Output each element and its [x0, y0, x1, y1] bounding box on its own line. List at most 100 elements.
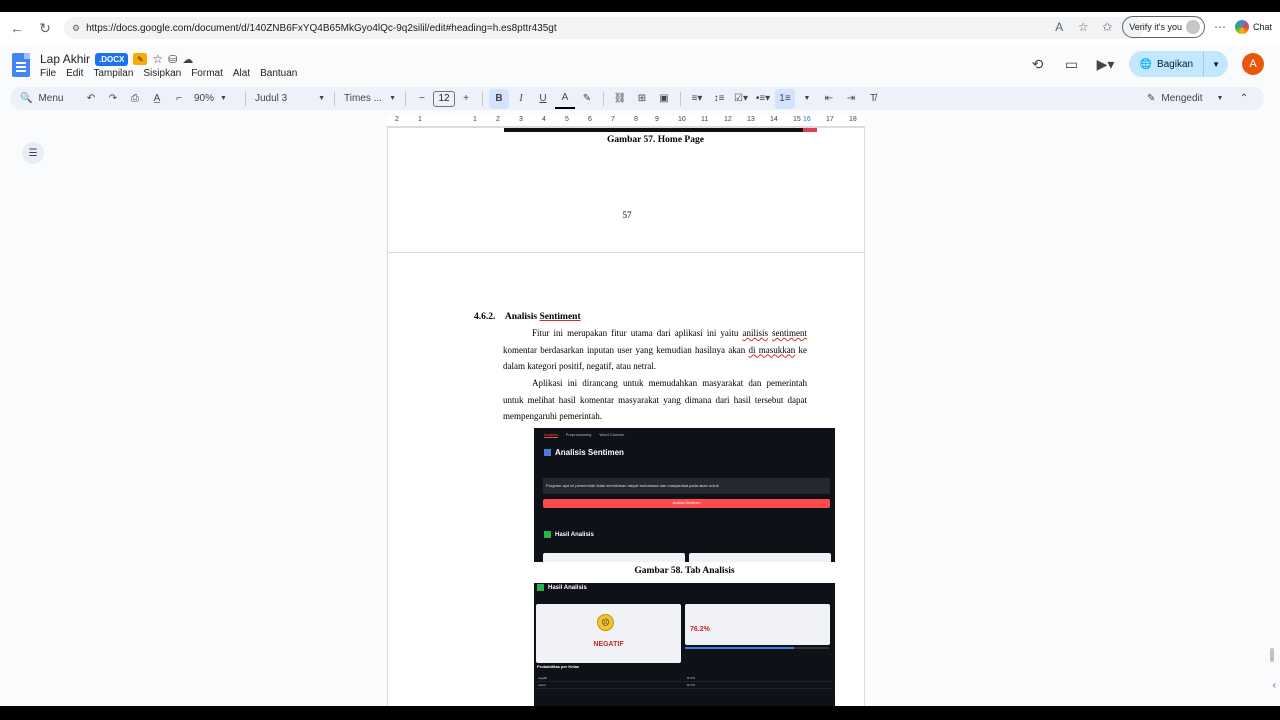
globe-icon: 🌐 — [1139, 58, 1152, 70]
menu-format[interactable]: Format — [191, 68, 223, 79]
analysis-result-screenshot[interactable]: Hasil Analisis ☹ NEGATIF 76.2% Probabili… — [534, 583, 835, 706]
divider — [482, 91, 483, 106]
zoom-select[interactable]: 90% ▼ — [190, 93, 240, 104]
confidence-card: 76.2% — [685, 604, 830, 645]
share-dropdown-icon[interactable]: ▼ — [1203, 51, 1228, 77]
ruler-tick: 1 — [473, 116, 477, 123]
font-select[interactable]: Times ... ▼ — [340, 93, 400, 104]
menu-tampilan[interactable]: Tampilan — [93, 68, 133, 79]
font-size-input[interactable]: 12 — [433, 90, 455, 107]
highlight-icon[interactable]: ✎ — [577, 89, 597, 109]
menu-bar: File Edit Tampilan Sisipkan Format Alat … — [40, 68, 297, 79]
app-tabs: Analisis Preprocessing Word Counter — [544, 432, 624, 438]
doc-title-row: Lap Akhir .DOCX ✎ ☆ ⛁ ☁ — [40, 50, 193, 68]
address-bar[interactable]: ⚙ https://docs.google.com/document/d/140… — [64, 17, 1144, 39]
ruler-tick: 11 — [701, 116, 709, 123]
chevron-down-icon: ▼ — [1216, 95, 1224, 102]
paint-format-icon[interactable]: ⌐ — [169, 89, 189, 109]
undo-icon[interactable]: ↶ — [81, 89, 101, 109]
cloud-status-icon[interactable]: ☁ — [182, 50, 193, 68]
page-58[interactable]: 4.6.2. Analisis Sentiment Fitur ini meru… — [387, 252, 865, 720]
decrease-indent-icon[interactable]: ⇤ — [819, 89, 839, 109]
numbered-list-icon[interactable]: 1≡ — [775, 88, 795, 109]
prob-title-text: Probabilitas per Kelas — [537, 664, 580, 669]
app-result-title: Hasil Analisis — [544, 531, 594, 538]
read-aloud-icon[interactable]: A — [1050, 18, 1068, 36]
menu-sisipkan[interactable]: Sisipkan — [143, 68, 181, 79]
ruler-tick: 10 — [678, 116, 686, 123]
decrease-font-icon[interactable]: − — [412, 89, 432, 109]
insert-image-icon[interactable]: ▣ — [654, 89, 674, 109]
horizontal-ruler[interactable]: 2 1 1 2 3 4 5 6 7 8 9 10 11 12 13 14 15 … — [387, 115, 865, 127]
redo-icon[interactable]: ↷ — [103, 89, 123, 109]
confidence-value: 76.2% — [690, 626, 710, 633]
document-outline-icon[interactable]: ☰ — [22, 142, 44, 164]
add-comment-icon[interactable]: ⊞ — [632, 89, 652, 109]
menu-bantuan[interactable]: Bantuan — [260, 68, 297, 79]
table-row: negatif 76.2% — [536, 675, 833, 682]
document-canvas[interactable]: 2 1 1 2 3 4 5 6 7 8 9 10 11 12 13 14 15 … — [0, 114, 1266, 720]
menu-file[interactable]: File — [40, 68, 56, 79]
confidence-bar-fill — [685, 647, 795, 649]
move-icon[interactable]: ⛁ — [168, 50, 177, 68]
table-cell: netral — [538, 683, 546, 687]
line-spacing-icon[interactable]: ↕≡ — [709, 89, 729, 109]
meet-icon[interactable]: ▶▾ — [1095, 54, 1115, 74]
chat-button[interactable]: Chat — [1234, 20, 1272, 34]
doc-title[interactable]: Lap Akhir — [40, 52, 90, 66]
share-button[interactable]: 🌐 Bagikan ▼ — [1129, 51, 1228, 77]
style-select[interactable]: Judul 3 ▼ — [251, 93, 329, 104]
docs-logo-icon[interactable] — [12, 53, 30, 77]
reload-icon[interactable]: ↻ — [34, 17, 56, 39]
app-comment-input: Program apa ini pemerintah tidak memikir… — [543, 478, 830, 494]
chevron-down-icon[interactable]: ▼ — [797, 89, 817, 109]
link-icon[interactable]: ⛓ — [610, 89, 630, 109]
back-icon[interactable]: ← — [6, 17, 28, 39]
scrollbar[interactable] — [1270, 648, 1274, 662]
table-cell: negatif — [538, 676, 548, 680]
mode-select[interactable]: ✎ Mengedit ▼ — [1143, 93, 1233, 104]
spellcheck-icon[interactable]: A̲ — [147, 89, 167, 109]
copilot-icon — [1234, 20, 1249, 34]
avatar[interactable]: A — [1242, 53, 1264, 75]
clear-formatting-icon[interactable]: T̸ — [863, 89, 883, 109]
more-icon[interactable]: ⋯ — [1211, 18, 1229, 36]
page-57[interactable]: Gambar 57. Home Page 57 — [387, 127, 865, 260]
verify-button[interactable]: Verify it's you — [1122, 16, 1205, 38]
increase-indent-icon[interactable]: ⇥ — [841, 89, 861, 109]
paragraph-2: Aplikasi ini dirancang untuk memudahkan … — [503, 378, 807, 422]
history-icon[interactable]: ⟲ — [1027, 54, 1047, 74]
home-page-image[interactable] — [504, 128, 817, 132]
bold-icon[interactable]: B — [489, 88, 509, 109]
menu-search[interactable]: 🔍 Menu — [10, 93, 80, 104]
analysis-tab-screenshot[interactable]: Analisis Preprocessing Word Counter Anal… — [534, 428, 835, 562]
label-icon[interactable]: ✎ — [133, 53, 148, 65]
menu-edit[interactable]: Edit — [66, 68, 83, 79]
align-icon[interactable]: ≡▾ — [687, 89, 707, 109]
print-icon[interactable]: ⎙ — [125, 89, 145, 109]
ruler-tick: 3 — [519, 116, 523, 123]
bulleted-list-icon[interactable]: •≡▾ — [753, 89, 773, 109]
bookmark-star-icon[interactable]: ☆ — [1074, 18, 1092, 36]
checklist-icon[interactable]: ☑▾ — [731, 89, 751, 109]
prob-title: Probabilitas per Kelas — [537, 664, 579, 669]
menu-alat[interactable]: Alat — [233, 68, 250, 79]
favorites-icon[interactable]: ✩ — [1098, 18, 1116, 36]
style-value: Judul 3 — [255, 93, 288, 104]
site-info-icon[interactable]: ⚙ — [72, 23, 80, 34]
side-panel-toggle-icon[interactable]: ‹ — [1273, 680, 1276, 691]
star-icon[interactable]: ☆ — [152, 50, 163, 68]
increase-font-icon[interactable]: + — [456, 89, 476, 109]
underline-icon[interactable]: U — [533, 89, 553, 109]
ruler-tick: 17 — [826, 116, 834, 123]
text-color-icon[interactable]: A — [555, 89, 575, 109]
caption-58: Gambar 58. Tab Analisis — [634, 566, 735, 576]
collapse-toolbar-icon[interactable]: ⌃ — [1234, 89, 1254, 109]
app-result-card-left — [543, 553, 685, 562]
comments-icon[interactable]: ▭ — [1061, 54, 1081, 74]
mode-value: Mengedit — [1161, 93, 1203, 104]
docs-header: Lap Akhir .DOCX ✎ ☆ ⛁ ☁ File Edit Tampil… — [0, 44, 1280, 86]
italic-icon[interactable]: I — [511, 89, 531, 109]
divider — [405, 91, 406, 106]
page-number: 57 — [622, 210, 632, 220]
